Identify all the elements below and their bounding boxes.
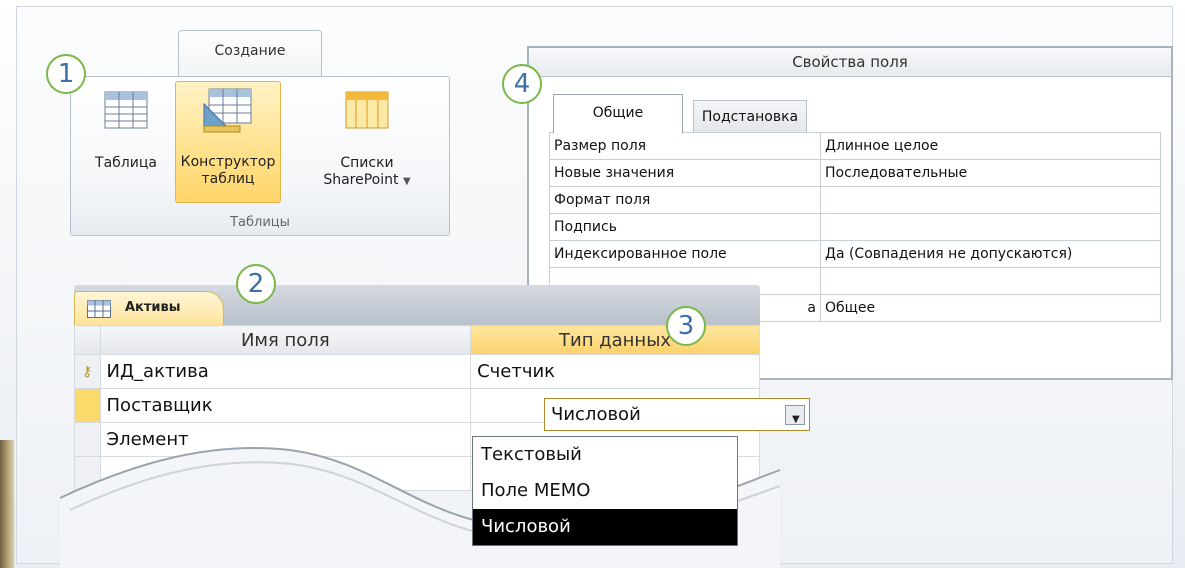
callout-3: 3 — [666, 306, 706, 346]
field-name-cell[interactable]: ИД_актива — [99, 354, 472, 389]
select-all-corner[interactable] — [74, 325, 101, 355]
document-tab-assets[interactable]: Активы — [74, 291, 224, 326]
grid-header-row: Имя поля Тип данных — [74, 325, 760, 355]
property-row[interactable]: Индексированное поле Да (Совпадения не до… — [549, 240, 1161, 268]
dropdown-option[interactable]: Поле MEMO — [473, 473, 737, 509]
row-selector[interactable] — [74, 456, 101, 491]
dropdown-button[interactable]: ▼ — [785, 405, 805, 425]
row-selector[interactable]: ⚷ — [74, 354, 101, 389]
table-row[interactable]: ⚷ ИД_актива Счетчик — [74, 354, 760, 389]
property-value[interactable] — [820, 267, 1161, 295]
dropdown-option[interactable]: Текстовый — [473, 437, 737, 473]
table-design-icon — [203, 88, 252, 133]
property-name: Подпись — [549, 213, 821, 241]
callout-4: 4 — [502, 64, 542, 104]
tab-general[interactable]: Общие — [553, 94, 683, 134]
row-selector[interactable] — [74, 422, 101, 457]
property-name: Размер поля — [549, 132, 821, 160]
ribbon-group-tables: Таблица Конструктор таблиц Списки ShareP… — [70, 76, 450, 236]
column-header-field-name[interactable]: Имя поля — [99, 325, 472, 355]
document-tab-label: Активы — [125, 300, 181, 315]
primary-key-icon: ⚷ — [82, 363, 93, 380]
decorative-stripe — [0, 440, 14, 568]
row-selector[interactable] — [74, 388, 101, 423]
property-name: Новые значения — [549, 159, 821, 187]
ribbon-tab-label: Создание — [214, 43, 286, 59]
data-type-dropdown-list: Текстовый Поле MEMO Числовой — [472, 436, 738, 546]
data-type-cell[interactable]: Счетчик — [470, 354, 760, 389]
chevron-down-icon: ▼ — [792, 414, 800, 425]
table-button[interactable]: Таблица — [83, 91, 169, 189]
field-name-cell[interactable]: Элемент — [99, 422, 472, 457]
callout-2: 2 — [236, 264, 276, 304]
data-type-combobox-value: Числовой — [551, 404, 641, 425]
property-name: Формат поля — [549, 186, 821, 214]
property-row[interactable]: Формат поля — [549, 186, 1161, 214]
table-design-button[interactable]: Конструктор таблиц — [175, 81, 281, 203]
ribbon-group-label: Таблицы — [230, 215, 290, 230]
table-icon — [104, 91, 148, 129]
callout-1: 1 — [46, 54, 86, 94]
table-design-label-1: Конструктор — [180, 154, 276, 170]
table-icon — [87, 300, 111, 318]
property-row[interactable]: Размер поля Длинное целое — [549, 132, 1161, 160]
property-value[interactable]: Последовательные — [820, 159, 1161, 187]
dropdown-option-selected[interactable]: Числовой — [473, 509, 737, 545]
field-name-cell[interactable]: Поставщик — [99, 388, 472, 423]
sharepoint-list-icon — [345, 91, 389, 129]
column-header-data-type[interactable]: Тип данных — [470, 325, 760, 355]
sharepoint-label-1: Списки — [340, 155, 394, 171]
table-design-label-2: таблиц — [201, 171, 255, 187]
property-name: Индексированное поле — [549, 240, 821, 268]
property-value[interactable] — [820, 213, 1161, 241]
tab-lookup[interactable]: Подстановка — [693, 100, 807, 133]
data-type-combobox[interactable]: Числовой ▼ — [544, 398, 810, 431]
property-value[interactable]: Общее — [820, 294, 1161, 322]
sharepoint-lists-button[interactable]: Списки SharePoint ▼ — [307, 91, 427, 201]
document-tab-bar: Активы — [74, 285, 760, 326]
field-properties-title: Свойства поля — [529, 48, 1171, 77]
dropdown-arrow-icon: ▼ — [402, 176, 411, 187]
property-value[interactable]: Да (Совпадения не допускаются) — [820, 240, 1161, 268]
sharepoint-label-2: SharePoint — [323, 172, 399, 188]
property-row[interactable]: Подпись — [549, 213, 1161, 241]
property-value[interactable]: Длинное целое — [820, 132, 1161, 160]
property-value[interactable] — [820, 186, 1161, 214]
ribbon-tab-create[interactable]: Создание — [178, 30, 322, 81]
property-row[interactable]: Новые значения Последовательные — [549, 159, 1161, 187]
field-name-cell[interactable] — [99, 456, 472, 491]
table-button-label: Таблица — [95, 155, 157, 171]
